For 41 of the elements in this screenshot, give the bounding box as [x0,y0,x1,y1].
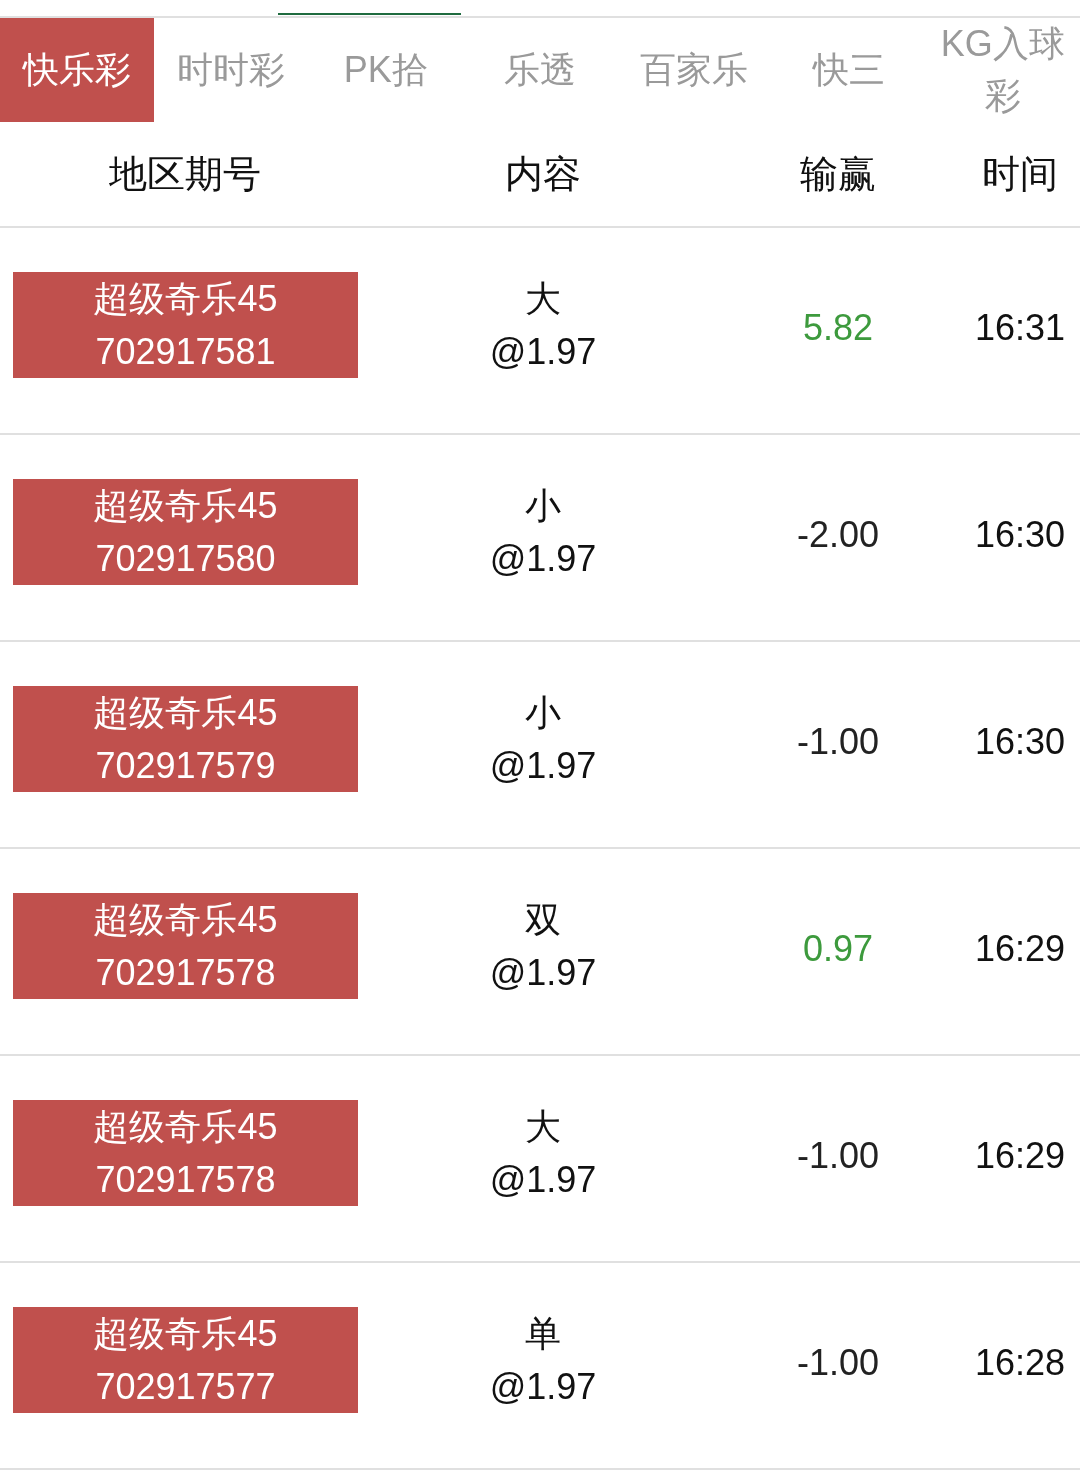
bet-content: 双 [525,897,561,942]
region-name: 超级奇乐45 [93,1311,278,1356]
column-header: 输赢 [800,152,876,197]
win-loss-amount: -1.00 [796,1133,880,1178]
win-loss-amount: 0.97 [802,926,874,971]
bet-odds: @1.97 [489,536,597,581]
column-header: 内容 [505,152,581,197]
win-loss-amount: -2.00 [796,512,880,557]
bet-time: 16:31 [974,305,1066,350]
region-name: 超级奇乐45 [93,276,278,321]
column-header: 地区期号 [109,152,261,197]
period-number: 702917580 [95,536,276,581]
bet-time: 16:28 [974,1340,1066,1385]
period-number: 702917578 [95,1157,276,1202]
period-number: 702917579 [95,743,276,788]
bet-time: 16:29 [974,926,1066,971]
bet-time: 16:30 [974,719,1066,764]
period-number: 702917577 [95,1364,276,1409]
period-number: 702917581 [95,329,276,374]
region-name: 超级奇乐45 [93,897,278,942]
bet-odds: @1.97 [489,743,597,788]
bet-content: 大 [525,276,561,321]
bet-content: 小 [525,483,561,528]
period-number: 702917578 [95,950,276,995]
win-loss-amount: -1.00 [796,1340,880,1385]
win-loss-amount: -1.00 [796,719,880,764]
column-header: 时间 [982,152,1058,197]
bet-time: 16:29 [974,1133,1066,1178]
bet-content: 小 [525,690,561,735]
bet-content: 大 [525,1104,561,1149]
region-name: 超级奇乐45 [93,483,278,528]
bet-odds: @1.97 [489,1364,597,1409]
bet-odds: @1.97 [489,329,597,374]
bet-content: 单 [525,1311,561,1356]
bet-time: 16:30 [974,512,1066,557]
category-tab[interactable]: 快乐彩 [0,18,155,122]
region-name: 超级奇乐45 [93,1104,278,1149]
bet-odds: @1.97 [489,1157,597,1202]
bet-odds: @1.97 [489,950,597,995]
win-loss-amount: 5.82 [802,305,874,350]
region-name: 超级奇乐45 [93,690,278,735]
